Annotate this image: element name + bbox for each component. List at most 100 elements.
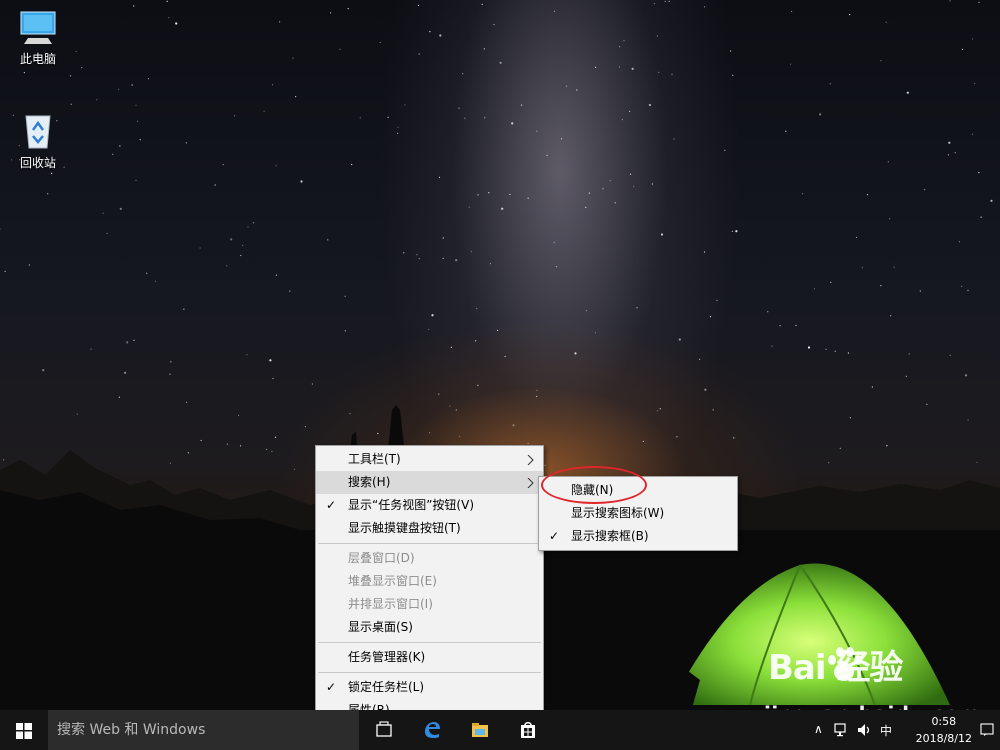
star (636, 307, 638, 309)
star (170, 361, 172, 363)
edge-browser-button[interactable] (408, 710, 456, 750)
star (678, 338, 681, 341)
menu-item-stack-windows: 堆叠显示窗口(E) (316, 570, 543, 593)
desktop-icon-this-pc[interactable]: 此电脑 (0, 10, 76, 67)
star (397, 126, 399, 128)
store-button[interactable] (504, 710, 552, 750)
file-explorer-button[interactable] (456, 710, 504, 750)
star (964, 374, 968, 377)
star (716, 299, 718, 301)
taskbar-search-box[interactable]: 搜索 Web 和 Windows (48, 710, 359, 750)
star (403, 252, 405, 254)
menu-item-task-manager[interactable]: 任务管理器(K) (316, 646, 543, 669)
star (450, 346, 452, 348)
store-icon (521, 722, 535, 738)
star (735, 230, 738, 233)
star (648, 103, 652, 107)
star (135, 179, 137, 181)
star (431, 314, 434, 317)
task-view-icon (376, 721, 392, 737)
menu-item-show-touch-keyboard-button[interactable]: 显示触摸键盘按钮(T) (316, 517, 543, 540)
star (477, 194, 479, 196)
network-icon[interactable] (834, 722, 850, 738)
star (263, 110, 265, 112)
star (731, 230, 734, 232)
menu-item-label: 层叠窗口(D) (348, 551, 415, 565)
star (96, 99, 98, 101)
star (520, 104, 523, 106)
star (560, 138, 563, 140)
star (724, 149, 726, 151)
menu-item-label: 显示触摸键盘按钮(T) (348, 521, 461, 535)
star (488, 192, 490, 194)
task-view-button[interactable] (360, 710, 408, 750)
star (658, 71, 660, 73)
star (330, 12, 332, 14)
star (476, 307, 478, 309)
star (990, 199, 993, 202)
menu-item-show-task-view-button[interactable]: ✓ 显示“任务视图”按钮(V) (316, 494, 543, 517)
star (118, 88, 120, 90)
star (948, 141, 951, 144)
action-center-icon[interactable] (980, 723, 994, 737)
star (131, 84, 133, 86)
submenu-item-show-search-icon[interactable]: 显示搜索图标(W) (539, 502, 737, 525)
star (458, 107, 460, 109)
menu-item-lock-taskbar[interactable]: ✓ 锁定任务栏(L) (316, 676, 543, 699)
star (501, 207, 504, 210)
system-tray: ∧ 中 0:58 2018/8/12 (810, 710, 1000, 750)
star (475, 340, 477, 342)
star (379, 41, 381, 44)
star (924, 189, 926, 191)
star (574, 352, 577, 355)
star (418, 53, 420, 55)
star (242, 244, 244, 246)
menu-item-show-desktop[interactable]: 显示桌面(S) (316, 616, 543, 639)
star (166, 0, 168, 2)
star (119, 207, 122, 210)
star (906, 91, 909, 94)
star (416, 254, 418, 256)
show-hidden-icons-button[interactable]: ∧ (814, 722, 823, 736)
star (484, 117, 486, 119)
star (442, 257, 444, 259)
check-icon: ✓ (326, 680, 337, 694)
star (633, 185, 635, 187)
star (90, 348, 92, 350)
desktop[interactable]: 此电脑 回收站 工具栏(T) 搜索(H) ✓ 显示“任务视图”按钮(V) 显示触… (0, 0, 1000, 750)
edge-icon (425, 722, 440, 738)
star (673, 138, 675, 140)
desktop-icon-recycle-bin[interactable]: 回收站 (0, 110, 76, 171)
star (146, 272, 148, 274)
star (269, 359, 272, 362)
star (351, 163, 353, 166)
star (553, 241, 555, 243)
menu-separator (318, 672, 541, 673)
star (470, 251, 472, 253)
star (252, 222, 255, 224)
input-method-indicator[interactable]: 中 (880, 722, 892, 739)
star (240, 254, 242, 257)
star (709, 316, 712, 318)
start-button[interactable] (0, 710, 48, 750)
star (347, 8, 349, 10)
submenu-item-show-search-box[interactable]: ✓ 显示搜索框(B) (539, 525, 737, 548)
star (890, 315, 892, 317)
annotation-circle (541, 466, 647, 504)
star (919, 290, 921, 292)
star (135, 104, 137, 106)
star (971, 38, 974, 40)
star (246, 354, 248, 356)
clock[interactable]: 0:58 2018/8/12 (916, 713, 972, 747)
star (855, 236, 858, 238)
star (112, 153, 114, 155)
folder-icon (472, 723, 488, 737)
volume-icon[interactable] (856, 722, 872, 738)
menu-item-toolbars[interactable]: 工具栏(T) (316, 448, 543, 471)
menu-item-label: 显示搜索框(B) (571, 529, 649, 543)
star (69, 75, 72, 77)
taskbar[interactable]: 搜索 Web 和 Windows ∧ 中 0:58 2018/8/12 (0, 710, 1000, 750)
star (489, 263, 491, 265)
star (866, 194, 869, 196)
menu-item-search[interactable]: 搜索(H) (316, 471, 543, 494)
